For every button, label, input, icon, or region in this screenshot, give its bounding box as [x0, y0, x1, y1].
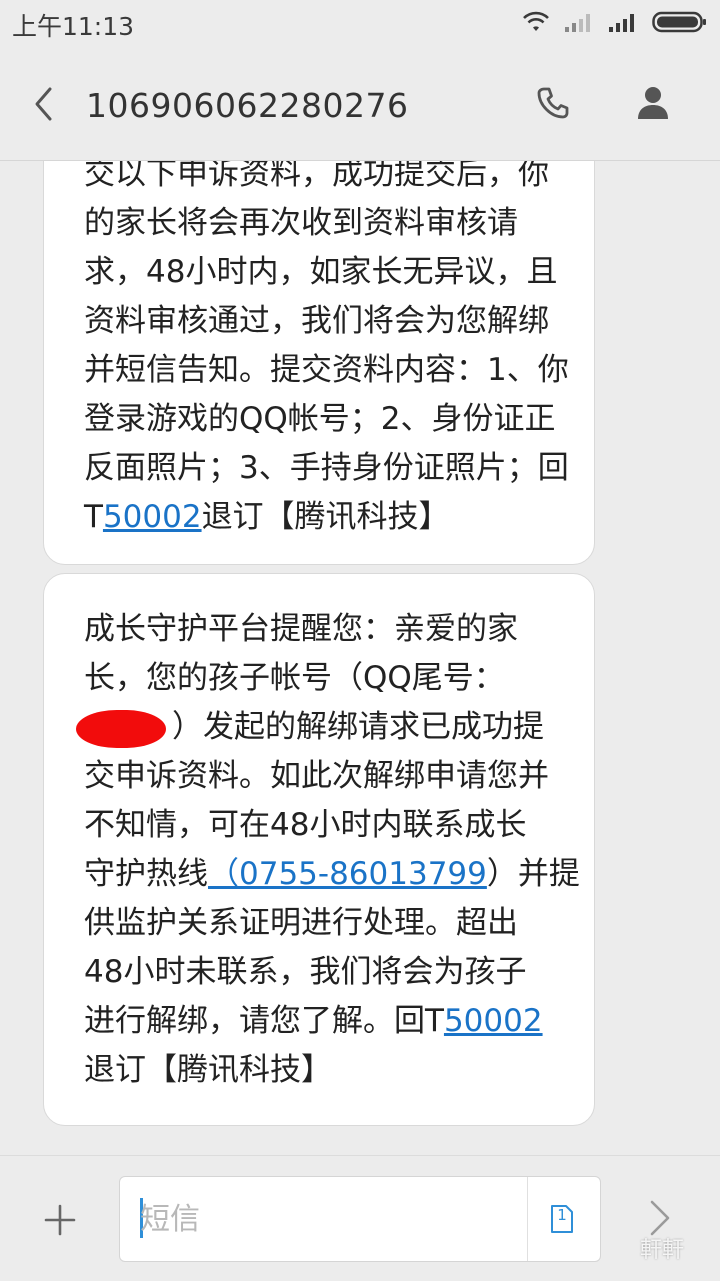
message-text-line: 守护热线（0755-86013799）并提	[84, 849, 580, 899]
message-text-line: 并短信告知。提交资料内容：1、你	[84, 352, 569, 388]
message-text-line: 反面照片；3、手持身份证照片；回	[84, 450, 569, 486]
message-text-line: 48小时未联系，我们将会为孩子	[84, 954, 527, 990]
redaction-mark	[76, 709, 166, 748]
conversation-header: 106906062280276	[0, 48, 720, 161]
message-text-line: 成长守护平台提醒您：亲爱的家	[84, 611, 518, 647]
contact-info-button[interactable]	[628, 80, 678, 130]
text-segment: ）并提	[486, 856, 580, 892]
message-text-line: T50002退订【腾讯科技】	[84, 492, 450, 542]
chevron-left-icon	[32, 86, 56, 126]
message-text-line: ）发起的解绑请求已成功提	[76, 702, 544, 752]
message-text-line: 不知情，可在48小时内联系成长	[84, 807, 527, 843]
message-text-line: 进行解绑，请您了解。回T50002	[84, 996, 543, 1046]
message-list[interactable]: 交以下申诉资料，成功提交后，你 的家长将会再次收到资料审核请 求，48小时内，如…	[0, 161, 720, 1153]
text-segment: 进行解绑，请您了解。回T	[84, 1003, 444, 1039]
compose-divider	[527, 1177, 528, 1261]
back-button[interactable]	[22, 84, 66, 128]
text-segment: T	[84, 499, 103, 535]
text-segment: 守护热线	[84, 856, 208, 892]
message-text-line: 的家长将会再次收到资料审核请	[84, 205, 518, 241]
wifi-icon	[522, 11, 550, 37]
hotline-phone-link[interactable]: （0755-86013799	[208, 856, 487, 892]
plus-icon	[38, 1204, 82, 1246]
unsubscribe-code-link[interactable]: 50002	[103, 499, 202, 535]
message-text-line: 求，48小时内，如家长无异议，且	[84, 254, 558, 290]
message-bubble[interactable]: 交以下申诉资料，成功提交后，你 的家长将会再次收到资料审核请 求，48小时内，如…	[43, 161, 595, 565]
call-button[interactable]	[528, 80, 578, 130]
status-time: 上午11:13	[12, 12, 135, 41]
status-bar: 上午11:13	[0, 0, 720, 48]
status-icons	[522, 10, 708, 38]
signal-icon-2	[608, 11, 638, 37]
text-segment: ）发起的解绑请求已成功提	[172, 709, 544, 745]
message-input[interactable]	[140, 1189, 500, 1249]
contact-number-title: 106906062280276	[86, 86, 409, 125]
message-text-line: 交以下申诉资料，成功提交后，你	[84, 161, 549, 192]
message-text-line: 供监护关系证明进行处理。超出	[84, 905, 518, 941]
text-segment: 退订【腾讯科技】	[201, 499, 450, 535]
sim-slot-label: 1	[557, 1206, 567, 1224]
sim-select-button[interactable]: 1	[544, 1201, 580, 1237]
message-bubble[interactable]: 成长守护平台提醒您：亲爱的家 长，您的孩子帐号（QQ尾号： ）发起的解绑请求已成…	[43, 573, 595, 1126]
message-text-line: 资料审核通过，我们将会为您解绑	[84, 303, 549, 339]
person-icon	[637, 85, 669, 125]
signal-icon-1	[564, 11, 594, 37]
message-text-line: 登录游戏的QQ帐号；2、身份证正	[84, 401, 556, 437]
battery-icon	[652, 10, 708, 38]
phone-icon	[536, 86, 570, 124]
compose-bar: 1	[0, 1155, 720, 1281]
message-compose-field[interactable]: 1	[119, 1176, 601, 1262]
watermark-text: 軒軒	[640, 1238, 685, 1263]
unsubscribe-code-link[interactable]: 50002	[444, 1003, 543, 1039]
attach-button[interactable]	[38, 1198, 82, 1242]
message-text-line: 长，您的孩子帐号（QQ尾号：	[84, 660, 505, 696]
message-text-line: 交申诉资料。如此次解绑申请您并	[84, 758, 549, 794]
message-text-line: 退订【腾讯科技】	[84, 1052, 332, 1088]
